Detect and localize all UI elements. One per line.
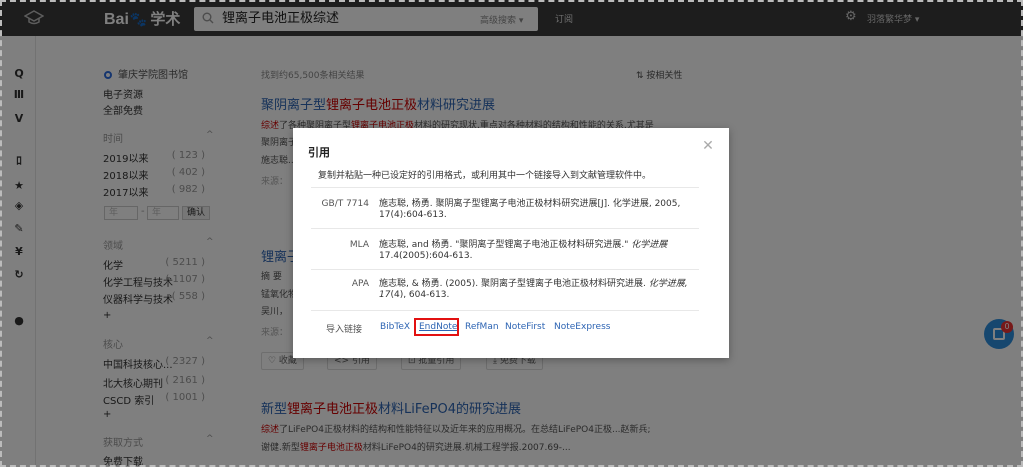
citation-apa[interactable]: 施志聪, & 杨勇. (2005). 聚阴离子型锂离子电池正极材料研究进展. 化…: [379, 279, 705, 301]
dialog-title: 引用: [308, 146, 330, 159]
divider: [311, 310, 699, 311]
cite-dialog: 引用 ✕ 复制并粘贴一种已设定好的引用格式，或利用其中一个链接导入到文献管理软件…: [293, 128, 729, 358]
bibtex-link[interactable]: BibTeX: [380, 322, 410, 332]
citation-format-label: GB/T 7714: [321, 199, 369, 209]
dialog-description: 复制并粘贴一种已设定好的引用格式，或利用其中一个链接导入到文献管理软件中。: [318, 171, 652, 181]
citation-format-label: MLA: [349, 240, 369, 250]
divider: [311, 187, 699, 188]
journal-name: 化学进展: [631, 240, 668, 250]
citation-text: 17.4(2005):604-613.: [379, 251, 473, 261]
close-icon[interactable]: ✕: [701, 139, 715, 153]
divider: [311, 269, 699, 270]
citation-text: 施志聪, and 杨勇. "聚阴离子型锂离子电池正极材料研究进展.": [379, 240, 632, 250]
citation-mla[interactable]: 施志聪, and 杨勇. "聚阴离子型锂离子电池正极材料研究进展." 化学进展 …: [379, 240, 705, 262]
endnote-highlight-box: [414, 318, 459, 336]
divider: [311, 228, 699, 229]
citation-gbt[interactable]: 施志聪, 杨勇. 聚阴离子型锂离子电池正极材料研究进展[J]. 化学进展, 20…: [379, 199, 705, 221]
noteexpress-link[interactable]: NoteExpress: [554, 322, 610, 332]
notefirst-link[interactable]: NoteFirst: [505, 322, 545, 332]
citation-text: 施志聪, & 杨勇. (2005). 聚阴离子型锂离子电池正极材料研究进展.: [379, 279, 649, 289]
citation-text: (4), 604-613.: [390, 290, 450, 300]
refman-link[interactable]: RefMan: [465, 322, 499, 332]
citation-format-label: APA: [351, 279, 369, 289]
import-label: 导入链接: [326, 325, 363, 335]
